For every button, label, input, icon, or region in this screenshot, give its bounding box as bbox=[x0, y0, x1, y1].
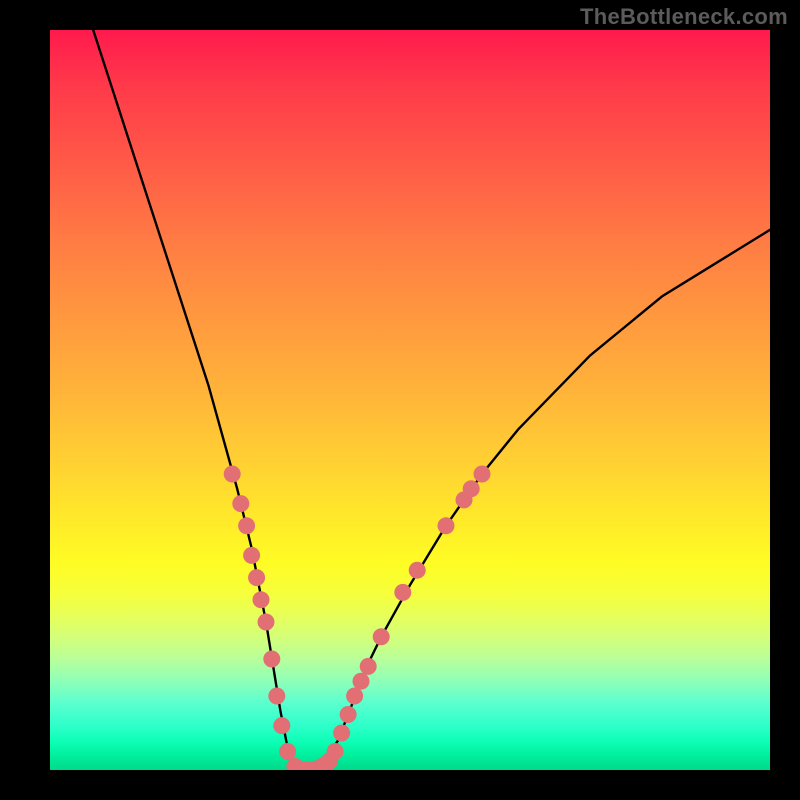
data-marker bbox=[224, 466, 241, 483]
data-marker bbox=[353, 673, 370, 690]
data-marker bbox=[340, 706, 357, 723]
chart-frame: TheBottleneck.com bbox=[0, 0, 800, 800]
data-marker bbox=[327, 743, 344, 760]
plot-area bbox=[50, 30, 770, 770]
data-marker bbox=[360, 658, 377, 675]
watermark-text: TheBottleneck.com bbox=[580, 4, 788, 30]
data-marker bbox=[333, 725, 350, 742]
data-marker bbox=[243, 547, 260, 564]
data-marker bbox=[474, 466, 491, 483]
data-marker bbox=[248, 569, 265, 586]
data-marker bbox=[273, 717, 290, 734]
data-marker bbox=[279, 743, 296, 760]
data-marker bbox=[438, 517, 455, 534]
data-marker bbox=[394, 584, 411, 601]
data-markers bbox=[224, 466, 491, 771]
data-marker bbox=[409, 562, 426, 579]
data-marker bbox=[253, 591, 270, 608]
data-marker bbox=[463, 480, 480, 497]
data-marker bbox=[258, 614, 275, 631]
data-marker bbox=[373, 628, 390, 645]
data-marker bbox=[232, 495, 249, 512]
data-marker bbox=[268, 688, 285, 705]
data-marker bbox=[263, 651, 280, 668]
bottleneck-curve bbox=[93, 30, 770, 770]
data-marker bbox=[238, 517, 255, 534]
chart-overlay bbox=[50, 30, 770, 770]
data-marker bbox=[346, 688, 363, 705]
